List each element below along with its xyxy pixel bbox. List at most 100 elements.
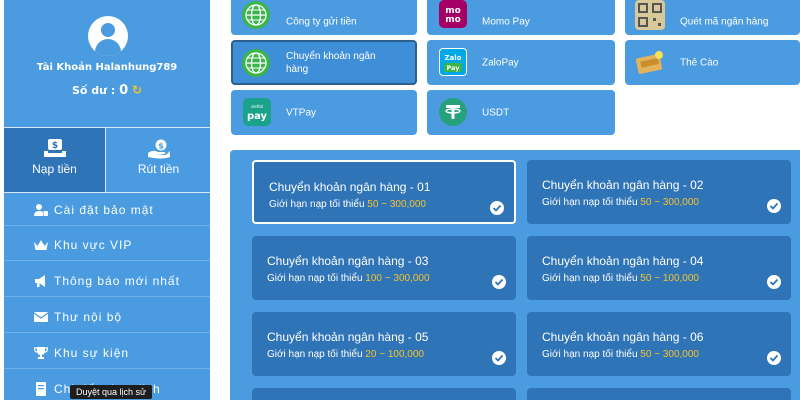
svg-text:$: $: [158, 142, 164, 151]
refresh-icon[interactable]: ↻: [132, 83, 142, 97]
menu-item-announcements[interactable]: Thông báo mới nhất: [4, 267, 210, 297]
bank-option-03[interactable]: Chuyển khoản ngân hàng - 03 Giới hạn nạp…: [252, 236, 516, 300]
check-icon: [767, 199, 781, 213]
bank-option-limit: Giới hạn nạp tối thiểu 50 ~ 100,000: [542, 273, 699, 284]
bank-options-panel: Chuyển khoản ngân hàng - 01 Giới hạn nạp…: [230, 150, 800, 400]
history-tooltip: Duyệt qua lịch sử: [70, 385, 153, 399]
payment-methods: Công ty gửi tiền mo mo Momo Pay Quét mã n…: [228, 0, 800, 140]
svg-text:pay: pay: [247, 111, 268, 122]
menu-label: Thông báo mới nhất: [54, 274, 180, 288]
method-label: VTPay: [286, 107, 317, 118]
bank-option-limit: Giới hạn nạp tối thiểu 100 ~ 300,000: [267, 273, 430, 284]
vtpay-logo-icon: viettel pay: [243, 98, 271, 126]
bank-option-title: Chuyển khoản ngân hàng - 04: [542, 254, 704, 268]
sidebar: Tài Khoản Halanhung789 Số dư : 0 ↻ $ Nạp…: [4, 0, 210, 400]
bank-option-title: Chuyển khoản ngân hàng - 03: [267, 254, 429, 268]
svg-text:mo: mo: [445, 15, 461, 25]
limit-range: 50 ~ 100,000: [640, 273, 699, 284]
withdraw-money-icon: $: [147, 139, 170, 159]
menu-item-events[interactable]: Khu sự kiện: [4, 339, 210, 369]
user-lock-icon: [34, 204, 48, 216]
svg-text:$: $: [51, 141, 57, 151]
deposit-money-icon: $: [43, 139, 66, 157]
menu-label: Cài đặt bảo mật: [54, 203, 154, 217]
action-tabs: $ Nạp tiền $ Rút tiền: [4, 127, 210, 193]
bank-option-limit: Giới hạn nạp tối thiểu 20 ~ 100,000: [267, 349, 424, 360]
balance: Số dư : 0 ↻: [4, 83, 210, 98]
limit-label: Giới hạn nạp tối thiểu: [269, 199, 365, 210]
check-icon: [492, 275, 506, 289]
check-icon: [492, 351, 506, 365]
bank-option-title: Chuyển khoản ngân hàng - 05: [267, 330, 429, 344]
svg-text:Zalo: Zalo: [444, 54, 461, 62]
menu-label: Thư nội bộ: [54, 310, 123, 324]
method-label: Thẻ Cào: [680, 57, 719, 68]
method-scratch-card[interactable]: Thẻ Cào: [625, 40, 800, 85]
bank-option-title: Chuyển khoản ngân hàng - 06: [542, 330, 704, 344]
megaphone-icon: [35, 275, 45, 287]
bank-option-title: Chuyển khoản ngân hàng - 02: [542, 178, 704, 192]
globe-icon: [242, 1, 270, 29]
limit-range: 50 ~ 300,000: [640, 349, 699, 360]
bank-option-title: Chuyển khoản ngân hàng - 01: [269, 180, 431, 194]
method-label: Công ty gửi tiền: [286, 16, 357, 28]
menu-label: Khu sự kiện: [54, 346, 130, 360]
method-label: Momo Pay: [482, 16, 530, 28]
method-usdt[interactable]: USDT: [427, 90, 615, 135]
scratch-card-icon: [635, 51, 663, 74]
bank-option-02[interactable]: Chuyển khoản ngân hàng - 02 Giới hạn nạp…: [527, 160, 791, 224]
check-icon: [767, 275, 781, 289]
limit-range: 50 ~ 300,000: [640, 197, 699, 208]
balance-label: Số dư :: [71, 84, 116, 97]
receipt-icon: [36, 382, 46, 396]
method-zalopay[interactable]: Zalo Pay ZaloPay: [427, 40, 615, 85]
method-qr-bank[interactable]: Quét mã ngân hàng: [625, 0, 800, 35]
qr-code-icon: [635, 0, 665, 30]
method-label: Chuyển khoản ngân hàng: [286, 50, 376, 75]
limit-label: Giới hạn nạp tối thiểu: [267, 273, 363, 284]
bank-option-06[interactable]: Chuyển khoản ngân hàng - 06 Giới hạn nạp…: [527, 312, 791, 376]
svg-text:Pay: Pay: [446, 64, 460, 72]
globe-icon: [242, 49, 270, 77]
limit-label: Giới hạn nạp tối thiểu: [542, 349, 638, 360]
balance-value: 0: [119, 83, 129, 98]
trophy-icon: [34, 347, 48, 359]
menu-item-security[interactable]: Cài đặt bảo mật: [4, 196, 210, 226]
tab-deposit[interactable]: $ Nạp tiền: [4, 128, 106, 192]
bank-option-01[interactable]: Chuyển khoản ngân hàng - 01 Giới hạn nạp…: [252, 160, 516, 224]
method-label: USDT: [482, 107, 510, 118]
tab-deposit-label: Nạp tiền: [32, 162, 77, 176]
bank-option-limit: Giới hạn nạp tối thiểu 50 ~ 300,000: [269, 199, 426, 210]
bank-option-partial[interactable]: [252, 388, 516, 400]
bank-option-limit: Giới hạn nạp tối thiểu 50 ~ 300,000: [542, 197, 699, 208]
menu-item-vip[interactable]: Khu vực VIP: [4, 231, 210, 261]
avatar-icon[interactable]: [88, 16, 128, 56]
tether-icon: [439, 98, 467, 126]
zalopay-logo-icon: Zalo Pay: [439, 48, 467, 76]
profile-section: Tài Khoản Halanhung789 Số dư : 0 ↻: [4, 0, 210, 126]
tab-withdraw[interactable]: $ Rút tiền: [107, 128, 210, 192]
limit-label: Giới hạn nạp tối thiểu: [267, 349, 363, 360]
tab-withdraw-label: Rút tiền: [137, 162, 180, 176]
bank-option-04[interactable]: Chuyển khoản ngân hàng - 04 Giới hạn nạp…: [527, 236, 791, 300]
account-name: Tài Khoản Halanhung789: [36, 62, 178, 73]
bank-option-05[interactable]: Chuyển khoản ngân hàng - 05 Giới hạn nạp…: [252, 312, 516, 376]
limit-range: 20 ~ 100,000: [365, 349, 424, 360]
bank-option-limit: Giới hạn nạp tối thiểu 50 ~ 300,000: [542, 349, 699, 360]
method-momo[interactable]: mo mo Momo Pay: [427, 0, 615, 35]
limit-range: 50 ~ 300,000: [367, 199, 426, 210]
menu-label: Khu vực VIP: [54, 238, 133, 252]
menu-item-inbox[interactable]: Thư nội bộ: [4, 303, 210, 333]
limit-label: Giới hạn nạp tối thiểu: [542, 197, 638, 208]
momo-logo-icon: momo: [439, 0, 467, 28]
method-vtpay[interactable]: viettel pay VTPay: [231, 90, 417, 135]
limit-range: 100 ~ 300,000: [365, 273, 430, 284]
method-label: Quét mã ngân hàng: [680, 16, 769, 28]
limit-label: Giới hạn nạp tối thiểu: [542, 273, 638, 284]
crown-icon: [34, 240, 48, 250]
method-company-deposit[interactable]: Công ty gửi tiền: [231, 0, 417, 35]
method-label: ZaloPay: [482, 57, 519, 68]
envelope-icon: [34, 312, 48, 322]
method-bank-transfer[interactable]: Chuyển khoản ngân hàng: [231, 40, 417, 85]
bank-option-partial[interactable]: [527, 388, 791, 400]
